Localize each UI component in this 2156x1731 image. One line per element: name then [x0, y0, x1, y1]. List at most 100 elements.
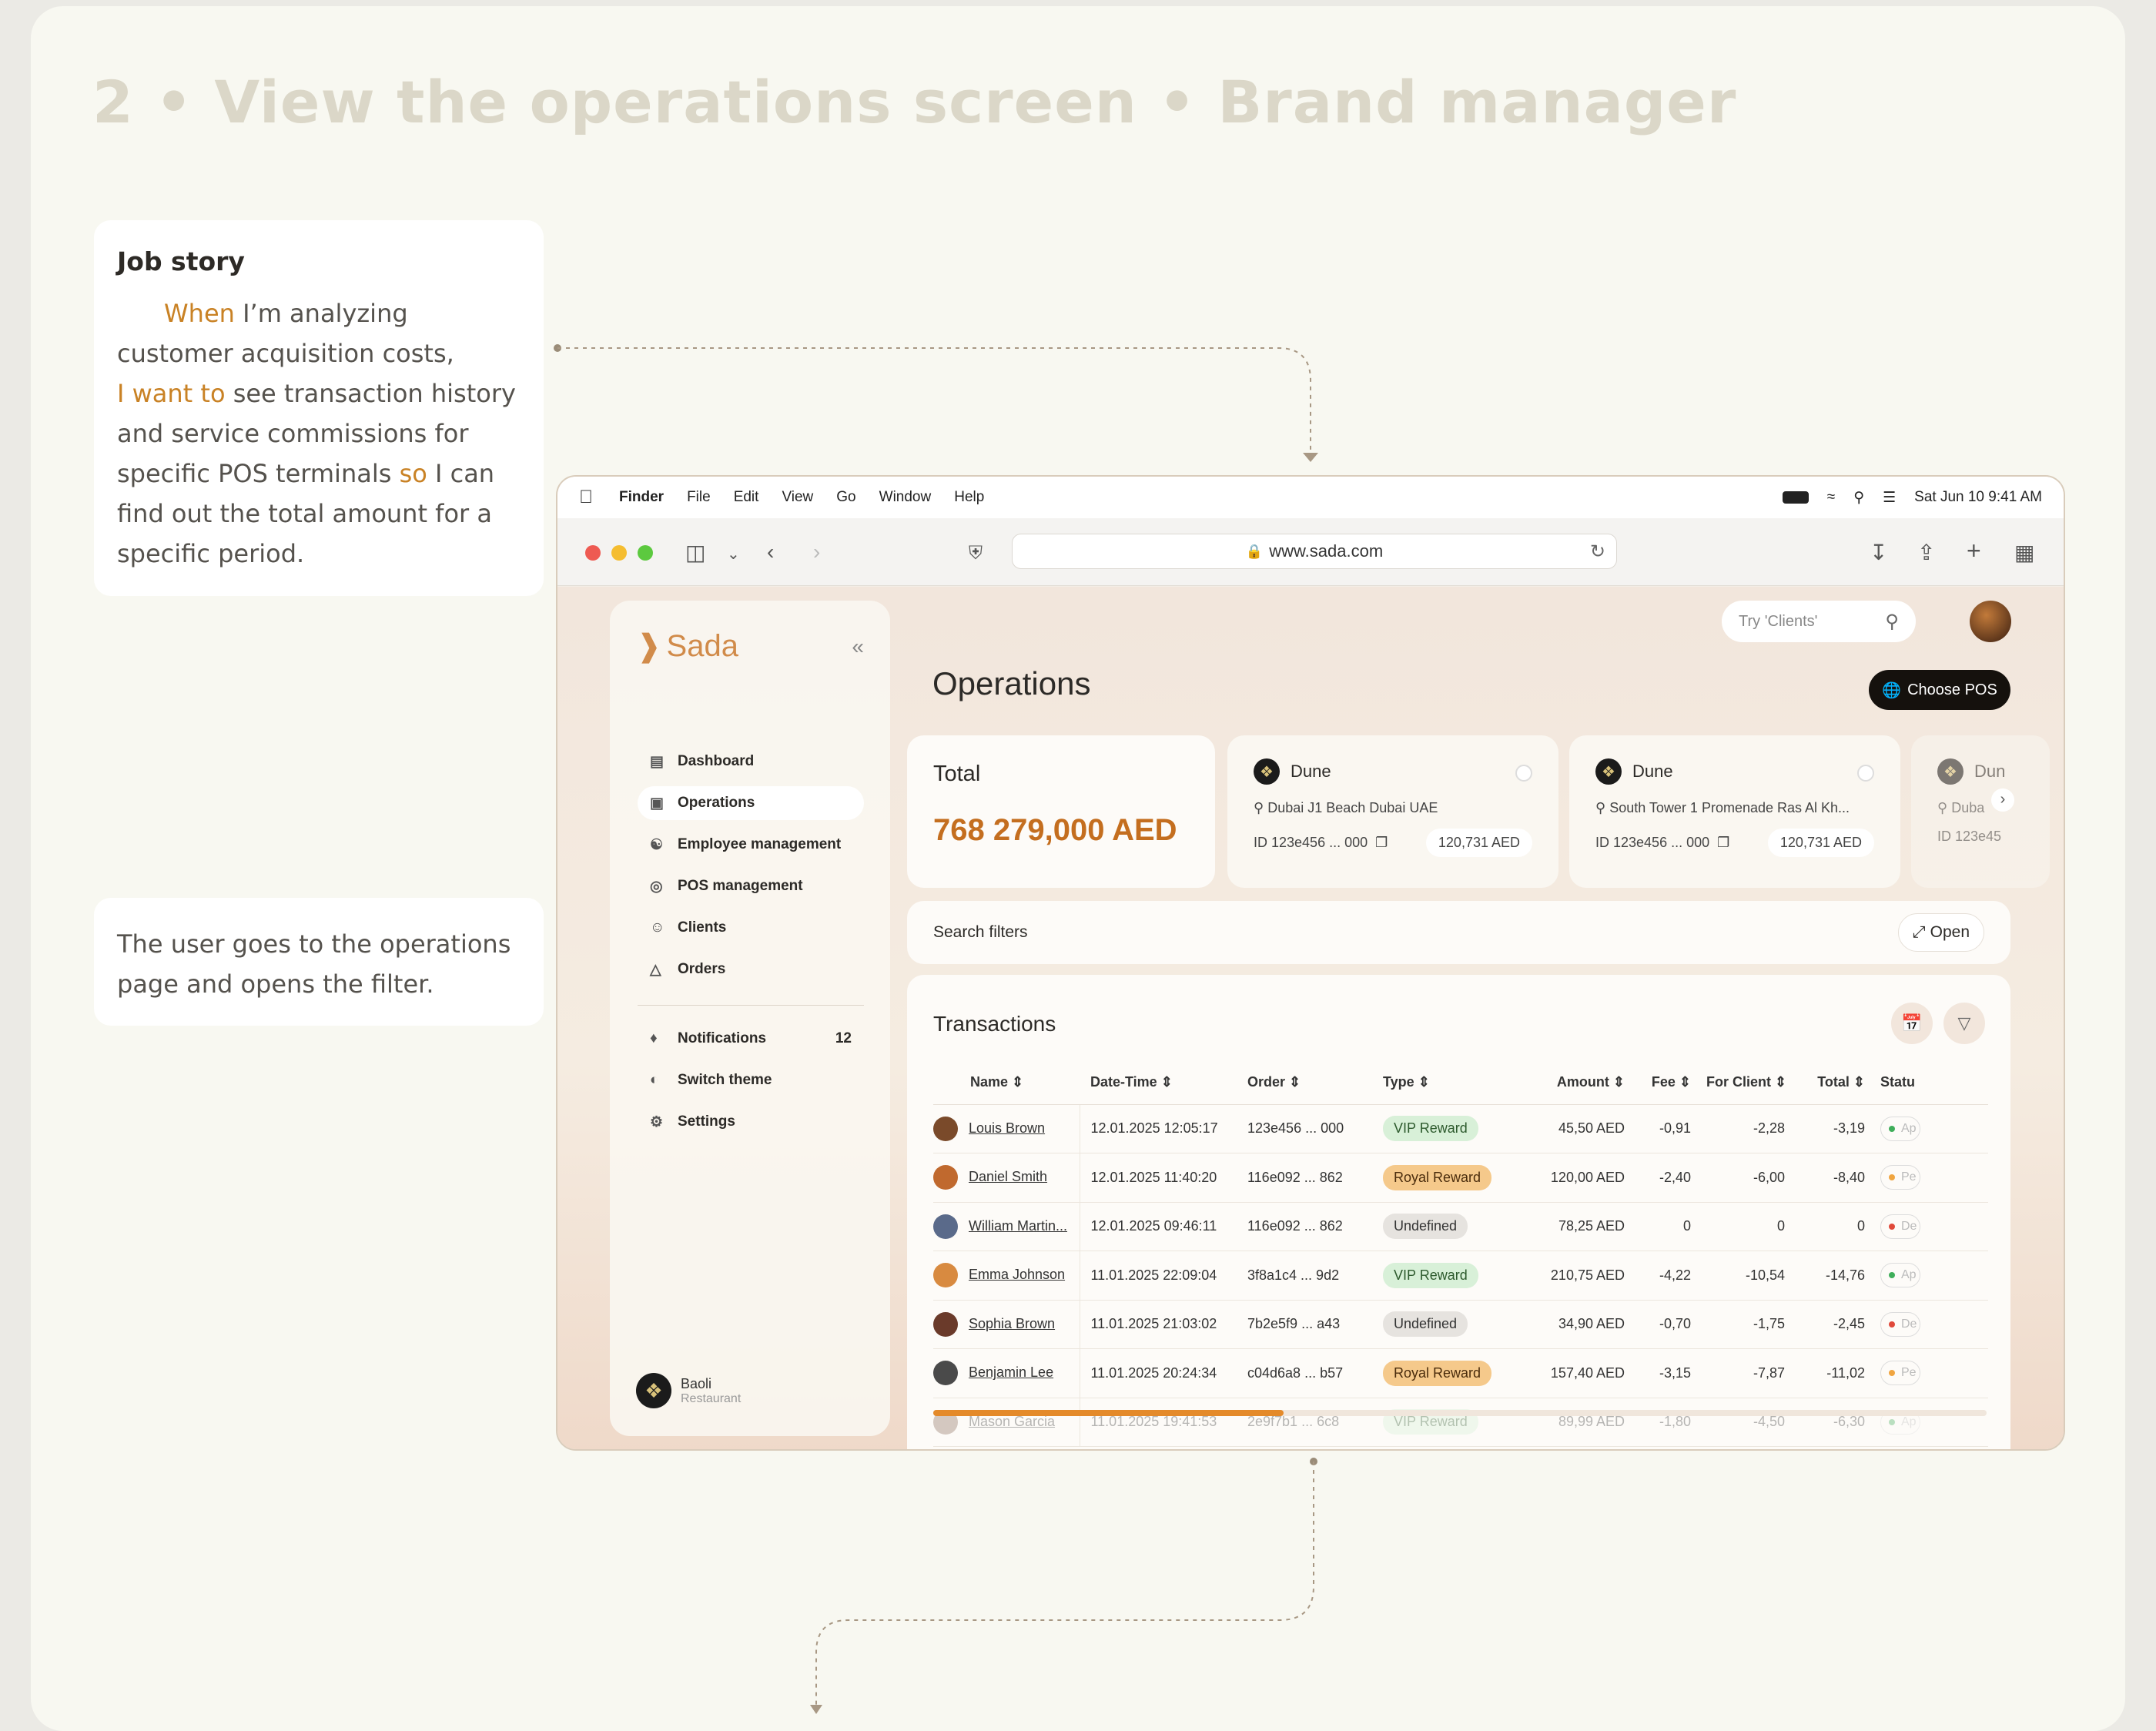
search-filters-bar[interactable]: Search filters ⤢ Open: [907, 901, 2010, 964]
pos-card[interactable]: ❖ Dune ⚲ Dubai J1 Beach Dubai UAE ID 123e…: [1227, 735, 1558, 888]
filter-icon[interactable]: ▽: [1943, 1003, 1985, 1044]
tab-overview-icon[interactable]: ▦: [2014, 540, 2034, 565]
address-bar[interactable]: 🔒 www.sada.com ↻: [1012, 534, 1617, 569]
search-icon[interactable]: ⚲: [1885, 611, 1899, 633]
step-note-text: The user goes to the operations page and…: [117, 929, 511, 999]
pos-select-radio[interactable]: [1515, 765, 1532, 782]
cell-order: c04d6a8 ... b57: [1247, 1348, 1383, 1398]
status-text: Pe: [1901, 1170, 1917, 1184]
open-filters-button[interactable]: ⤢ Open: [1897, 913, 1984, 952]
sidebar-item-pos-management[interactable]: ◎ POS management: [638, 869, 864, 903]
spotlight-icon[interactable]: ⚲: [1853, 489, 1864, 507]
copy-icon[interactable]: ❐: [1717, 835, 1729, 851]
column-header-type[interactable]: Type ⇕: [1383, 1061, 1512, 1105]
sidebar-item-operations[interactable]: ▣ Operations: [638, 786, 864, 820]
table-row[interactable]: Sophia Brown 11.01.2025 21:03:02 7b2e5f9 .…: [933, 1300, 1988, 1349]
sidebar-item-dashboard[interactable]: ▤ Dashboard: [638, 745, 864, 778]
menu-edit[interactable]: Edit: [734, 489, 759, 506]
table-row[interactable]: William Martin... 12.01.2025 09:46:11 116e…: [933, 1202, 1988, 1251]
menu-app[interactable]: Finder: [619, 489, 664, 506]
status-dot: [1889, 1418, 1895, 1425]
choose-pos-button[interactable]: 🌐 Choose POS: [1869, 670, 2010, 710]
pos-select-radio[interactable]: [1857, 765, 1874, 782]
sidebar-item-label: POS management: [678, 878, 803, 894]
sort-icon: ⇕: [1418, 1074, 1430, 1090]
column-header-amount[interactable]: Amount ⇕: [1512, 1061, 1640, 1105]
table-row[interactable]: Benjamin Lee 11.01.2025 20:24:34 c04d6a8 .…: [933, 1348, 1988, 1398]
column-header-status[interactable]: Statu: [1880, 1061, 1988, 1105]
total-value: 768 279,000 AED: [933, 813, 1177, 847]
status-dot: [1889, 1174, 1895, 1181]
scrollbar-thumb[interactable]: [933, 1410, 1284, 1416]
apple-icon[interactable]: : [579, 487, 593, 508]
client-link[interactable]: Emma Johnson: [969, 1267, 1065, 1282]
zoom-window-button[interactable]: [638, 545, 653, 561]
sidebar-item-employee-management[interactable]: ☯ Employee management: [638, 828, 864, 862]
column-header-for-client[interactable]: For Client ⇕: [1706, 1061, 1800, 1105]
cell-type: VIP Reward: [1383, 1104, 1512, 1153]
user-avatar[interactable]: [1970, 601, 2011, 642]
client-link[interactable]: William Martin...: [969, 1218, 1067, 1234]
battery-icon[interactable]: [1782, 491, 1809, 504]
cell-type: Undefined: [1383, 1300, 1512, 1349]
sidebar-item-clients[interactable]: ☺ Clients: [638, 911, 864, 945]
sidebar-item-switch-theme[interactable]: ◐ Switch theme: [638, 1063, 864, 1097]
pos-logo-icon: ❖: [1595, 758, 1622, 785]
cell-order: 2e9f7b1 ... 6c8: [1247, 1398, 1383, 1447]
menu-view[interactable]: View: [782, 489, 813, 506]
forward-icon[interactable]: ›: [813, 540, 820, 564]
wifi-icon[interactable]: ≈: [1827, 489, 1835, 506]
horizontal-scrollbar[interactable]: [933, 1410, 1987, 1416]
column-header-date-time[interactable]: Date-Time ⇕: [1080, 1061, 1247, 1105]
status-badge: Ap: [1880, 1263, 1920, 1288]
new-tab-icon[interactable]: +: [1967, 537, 1981, 565]
cell-fee: -3,15: [1640, 1348, 1706, 1398]
column-header-total[interactable]: Total ⇕: [1800, 1061, 1880, 1105]
client-link[interactable]: Louis Brown: [969, 1120, 1045, 1136]
download-icon[interactable]: ↧: [1870, 540, 1887, 565]
carousel-next-icon[interactable]: ›: [1991, 788, 2014, 812]
column-header-fee[interactable]: Fee ⇕: [1640, 1061, 1706, 1105]
share-icon[interactable]: ⇪: [1917, 540, 1935, 565]
pos-card[interactable]: ❖ Dune ⚲ South Tower 1 Promenade Ras Al K…: [1569, 735, 1900, 888]
cell-date-time: 12.01.2025 11:40:20: [1080, 1153, 1247, 1203]
menu-window[interactable]: Window: [879, 489, 932, 506]
search-input[interactable]: Try 'Clients' ⚲: [1722, 601, 1916, 642]
transactions-table: Name ⇕ Date-Time ⇕ Order ⇕ Type ⇕ Amount…: [933, 1061, 1988, 1447]
calendar-icon[interactable]: 📅: [1891, 1003, 1933, 1044]
chevron-down-icon[interactable]: ⌄: [727, 544, 740, 564]
close-window-button[interactable]: [585, 545, 601, 561]
table-row[interactable]: Mason Garcia 11.01.2025 19:41:53 2e9f7b1 .…: [933, 1398, 1988, 1447]
cell-amount: 120,00 AED: [1512, 1153, 1640, 1203]
table-row[interactable]: Louis Brown 12.01.2025 12:05:17 123e456 ..…: [933, 1104, 1988, 1153]
column-header-order[interactable]: Order ⇕: [1247, 1061, 1383, 1105]
status-badge: De: [1880, 1311, 1920, 1337]
reload-icon[interactable]: ↻: [1590, 541, 1605, 563]
menu-go[interactable]: Go: [836, 489, 855, 506]
menu-help[interactable]: Help: [954, 489, 984, 506]
cell-amount: 157,40 AED: [1512, 1348, 1640, 1398]
client-link[interactable]: Sophia Brown: [969, 1316, 1055, 1331]
column-header-name[interactable]: Name ⇕: [933, 1061, 1080, 1105]
copy-icon[interactable]: ❐: [1375, 835, 1388, 851]
sidebar-toggle-icon[interactable]: ◫: [685, 540, 705, 565]
pos-card[interactable]: ❖ Dun ⚲ Duba ID 123e45: [1911, 735, 2050, 888]
type-badge: VIP Reward: [1383, 1116, 1478, 1142]
cell-type: Royal Reward: [1383, 1348, 1512, 1398]
sidebar-item-orders[interactable]: △ Orders: [638, 953, 864, 986]
shield-icon[interactable]: ⛨: [969, 543, 983, 564]
back-icon[interactable]: ‹: [767, 540, 774, 564]
brand-switcher[interactable]: ❖ Baoli Restaurant: [636, 1373, 741, 1408]
table-row[interactable]: Daniel Smith 12.01.2025 11:40:20 116e092 .…: [933, 1153, 1988, 1203]
minimize-window-button[interactable]: [611, 545, 627, 561]
client-link[interactable]: Benjamin Lee: [969, 1364, 1053, 1380]
transactions-title: Transactions: [933, 1012, 1056, 1036]
sidebar-item-notifications[interactable]: ♦ Notifications 12: [638, 1022, 864, 1056]
sidebar-item-settings[interactable]: ⚙ Settings: [638, 1105, 864, 1139]
table-row[interactable]: Emma Johnson 11.01.2025 22:09:04 3f8a1c4 .…: [933, 1251, 1988, 1301]
control-center-icon[interactable]: ☰: [1883, 489, 1896, 507]
collapse-sidebar-icon[interactable]: «: [852, 634, 864, 659]
menu-file[interactable]: File: [687, 489, 711, 506]
client-link[interactable]: Daniel Smith: [969, 1169, 1047, 1184]
logo[interactable]: ❱ Sada: [636, 628, 738, 664]
